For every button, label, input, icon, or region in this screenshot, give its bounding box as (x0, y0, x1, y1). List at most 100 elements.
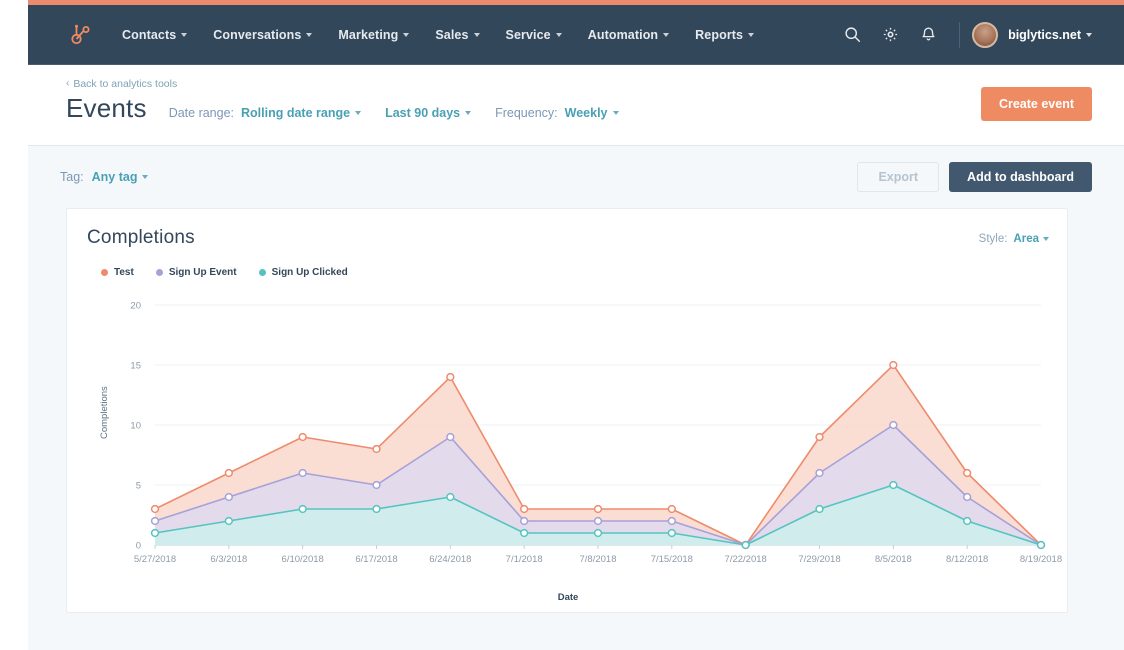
area-chart[interactable]: 0 5 10 15 20 5/27/2018 6/3/2018 6/10/2018 6/17/2… (67, 291, 1069, 581)
tag-label: Tag: (60, 170, 84, 184)
bell-icon[interactable] (909, 16, 947, 54)
nav-menu: Contacts Conversations Marketing Sales S… (122, 27, 755, 42)
svg-text:0: 0 (136, 541, 141, 552)
page-title: Events (66, 93, 147, 123)
legend-item-test[interactable]: Test (101, 267, 134, 278)
style-dropdown[interactable]: Area (1013, 233, 1049, 245)
toolbar-actions: Export Add to dashboard (857, 162, 1092, 192)
tag-dropdown[interactable]: Any tag (92, 170, 149, 184)
chevron-left-icon: ‹ (66, 78, 70, 89)
svg-text:8/19/2018: 8/19/2018 (1020, 554, 1062, 565)
frequency-dropdown[interactable]: Weekly (565, 106, 619, 120)
svg-text:20: 20 (130, 301, 141, 312)
nav-item-label: Service (505, 27, 551, 42)
legend-color-dot (101, 269, 108, 276)
date-range-label: Date range: (168, 106, 235, 120)
nav-item-label: Sales (435, 27, 469, 42)
create-event-button[interactable]: Create event (980, 87, 1092, 121)
legend-color-dot (155, 269, 163, 276)
y-axis-title: Completions (99, 386, 110, 439)
completions-chart-card: Completions Style: Area Test Sign Up Eve… (66, 208, 1068, 613)
chevron-down-icon (306, 32, 313, 37)
chevron-down-icon (555, 32, 562, 37)
date-range-value: Rolling date range (241, 106, 351, 120)
date-preset-value: Last 90 days (385, 106, 461, 120)
frequency-label: Frequency: (495, 106, 558, 120)
style-label: Style: (978, 233, 1008, 245)
nav-item-marketing[interactable]: Marketing (338, 27, 410, 42)
add-to-dashboard-button[interactable]: Add to dashboard (949, 162, 1092, 192)
nav-item-label: Marketing (338, 27, 399, 42)
svg-text:15: 15 (130, 361, 141, 372)
svg-text:5: 5 (136, 481, 141, 492)
filter-toolbar: Tag: Any tag Export Add to dashboard (28, 146, 1124, 208)
legend-item-sign-up-clicked[interactable]: Sign Up Clicked (258, 267, 348, 278)
nav-divider (959, 21, 961, 48)
tag-filter-group: Tag: Any tag (60, 170, 149, 184)
frequency-value: Weekly (564, 106, 608, 120)
svg-text:6/24/2018: 6/24/2018 (429, 554, 471, 565)
chart-legend: Test Sign Up Event Sign Up Clicked (101, 267, 348, 278)
legend-item-sign-up-event[interactable]: Sign Up Event (155, 267, 237, 278)
chevron-down-icon (403, 32, 410, 37)
header-controls-row: Events Date range: Rolling date range La… (66, 95, 643, 121)
nav-item-label: Conversations (213, 27, 302, 42)
nav-item-reports[interactable]: Reports (695, 27, 755, 42)
date-range-dropdown[interactable]: Rolling date range (241, 106, 362, 120)
account-name-label: biglytics.net (1008, 27, 1081, 42)
nav-item-automation[interactable]: Automation (587, 27, 670, 42)
main-navigation-bar: Contacts Conversations Marketing Sales S… (28, 5, 1124, 65)
nav-item-sales[interactable]: Sales (435, 27, 480, 42)
nav-item-conversations[interactable]: Conversations (213, 27, 313, 42)
nav-item-contacts[interactable]: Contacts (122, 27, 188, 42)
style-control-group: Style: Area (979, 233, 1049, 245)
account-menu[interactable]: biglytics.net (1008, 28, 1092, 42)
gear-icon[interactable] (871, 16, 909, 54)
chevron-down-icon (355, 111, 362, 115)
nav-item-label: Automation (587, 27, 659, 42)
chevron-down-icon (181, 32, 188, 37)
svg-text:6/3/2018: 6/3/2018 (210, 554, 247, 565)
svg-text:5/27/2018: 5/27/2018 (134, 554, 176, 565)
hubspot-sprocket-logo-icon[interactable] (68, 23, 92, 47)
chevron-down-icon (1086, 32, 1092, 37)
nav-right-group: biglytics.net (833, 16, 1124, 54)
chevron-down-icon (473, 32, 480, 37)
content-area: Completions Style: Area Test Sign Up Eve… (28, 208, 1124, 650)
back-to-analytics-tools-link[interactable]: ‹ Back to analytics tools (66, 78, 177, 90)
nav-item-label: Contacts (122, 27, 177, 42)
nav-item-service[interactable]: Service (506, 28, 562, 42)
avatar[interactable] (972, 21, 999, 48)
chevron-down-icon (748, 32, 755, 37)
date-preset-dropdown[interactable]: Last 90 days (385, 106, 472, 120)
tag-value-label: Any tag (91, 170, 138, 184)
svg-text:7/8/2018: 7/8/2018 (580, 554, 617, 565)
svg-text:7/22/2018: 7/22/2018 (725, 554, 767, 565)
svg-text:7/29/2018: 7/29/2018 (798, 554, 840, 565)
x-axis-title: Date (557, 592, 579, 603)
svg-text:6/17/2018: 6/17/2018 (355, 554, 397, 565)
app-window: Contacts Conversations Marketing Sales S… (0, 0, 1124, 650)
page-header: ‹ Back to analytics tools Events Date ra… (28, 65, 1124, 146)
chart-container: Completions 0 5 10 15 20 5/27/2018 6/3/2018 6/1… (67, 291, 1069, 604)
svg-text:8/12/2018: 8/12/2018 (946, 554, 988, 565)
legend-label: Sign Up Event (168, 267, 237, 278)
svg-text:6/10/2018: 6/10/2018 (282, 554, 324, 565)
chevron-down-icon (612, 111, 619, 115)
card-title: Completions (87, 227, 195, 248)
chevron-down-icon (663, 32, 670, 37)
style-value-label: Area (1013, 233, 1039, 245)
export-button[interactable]: Export (857, 162, 940, 192)
svg-text:10: 10 (130, 421, 141, 432)
nav-item-label: Reports (695, 27, 744, 42)
chevron-down-icon (1043, 237, 1049, 241)
svg-text:7/15/2018: 7/15/2018 (651, 554, 693, 565)
chevron-down-icon (465, 111, 472, 115)
legend-label: Test (114, 267, 134, 278)
svg-text:8/5/2018: 8/5/2018 (875, 554, 912, 565)
svg-text:7/1/2018: 7/1/2018 (506, 554, 543, 565)
legend-label: Sign Up Clicked (271, 267, 348, 278)
back-link-label: Back to analytics tools (73, 78, 178, 90)
search-icon[interactable] (833, 16, 871, 54)
chevron-down-icon (142, 175, 149, 179)
